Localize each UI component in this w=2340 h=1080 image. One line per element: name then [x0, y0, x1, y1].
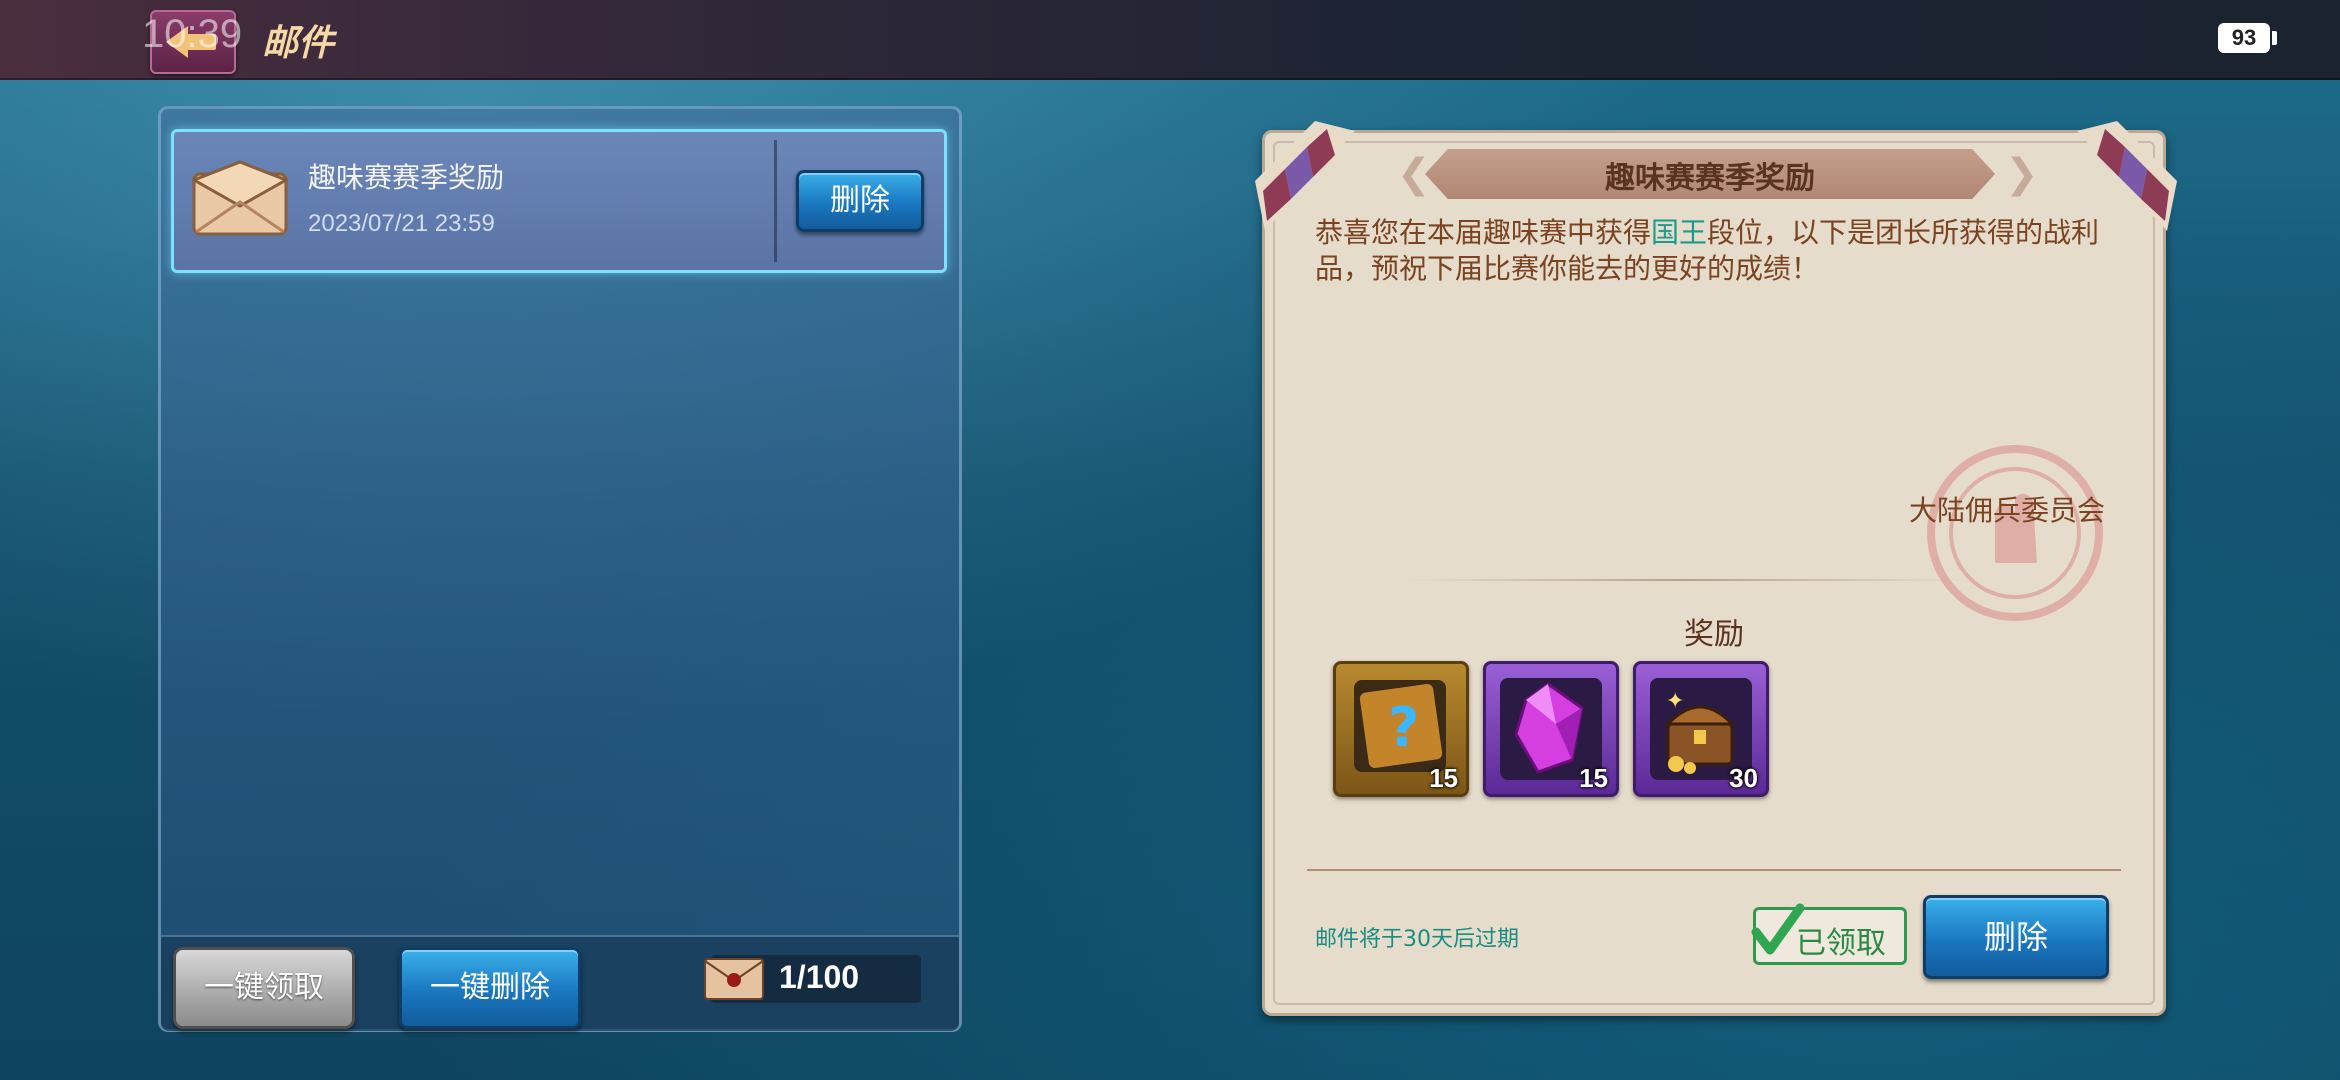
- expire-notice: 邮件将于30天后过期: [1315, 927, 1519, 952]
- mail-delete-button[interactable]: 删除: [796, 170, 924, 232]
- mail-list-panel: 趣味赛赛季奖励 2023/07/21 23:59 删除 一键领取 一键删除 1/…: [158, 106, 962, 1032]
- delete-mail-button[interactable]: 删除: [1923, 895, 2109, 979]
- reward-quantity: 30: [1729, 763, 1758, 793]
- rewards-label: 奖励: [1684, 617, 1744, 652]
- mail-count-box: 1/100: [704, 955, 921, 1003]
- rank-highlight: 国王: [1651, 216, 1708, 249]
- mail-list-footer: 一键领取 一键删除 1/100: [161, 935, 959, 1031]
- top-bar: 10:39 邮件 93: [0, 0, 2340, 80]
- detail-title: 趣味赛赛季奖励: [1605, 161, 1815, 196]
- delete-all-button[interactable]: 一键删除: [399, 947, 581, 1029]
- page-title: 邮件: [262, 23, 335, 64]
- chevron-right-icon: ❯: [2005, 151, 2039, 197]
- mail-detail-panel: ❮ ❯ 趣味赛赛季奖励 恭喜您在本届趣味赛中获得国王段位，以下是团长所获得的战利…: [1255, 121, 2177, 1016]
- reward-quantity: 15: [1429, 763, 1458, 793]
- battery-tip: [2272, 31, 2277, 45]
- claim-all-button[interactable]: 一键领取: [173, 947, 355, 1029]
- reward-item[interactable]: ? 15: [1333, 661, 1469, 797]
- reward-quantity: 15: [1579, 763, 1608, 793]
- mail-count: 1/100: [779, 959, 860, 995]
- divider: [774, 140, 777, 262]
- claimed-badge: 已领取: [1751, 903, 1907, 965]
- svg-text:?: ?: [1388, 696, 1419, 759]
- mail-message: 恭喜您在本届趣味赛中获得国王段位，以下是团长所获得的战利品，预祝下届比赛你能去的…: [1315, 216, 2100, 285]
- mail-list-item[interactable]: 趣味赛赛季奖励 2023/07/21 23:59 删除: [171, 129, 947, 273]
- sealed-envelope-icon: [704, 958, 764, 1000]
- seal-stamp-icon: [1927, 445, 2103, 621]
- reward-item[interactable]: ✦ 30: [1633, 661, 1769, 797]
- mail-date: 2023/07/21 23:59: [308, 210, 495, 237]
- battery-indicator: 93: [2218, 23, 2270, 53]
- svg-text:✦: ✦: [1666, 689, 1684, 714]
- mail-sender: 大陆佣兵委员会: [1908, 494, 2105, 527]
- envelope-icon: [192, 160, 288, 236]
- reward-item[interactable]: 15: [1483, 661, 1619, 797]
- claimed-label: 已领取: [1796, 926, 1886, 961]
- divider: [1307, 869, 2121, 871]
- mail-title: 趣味赛赛季奖励: [308, 161, 505, 194]
- status-time: 10:39: [142, 12, 243, 56]
- divider: [1405, 579, 1965, 581]
